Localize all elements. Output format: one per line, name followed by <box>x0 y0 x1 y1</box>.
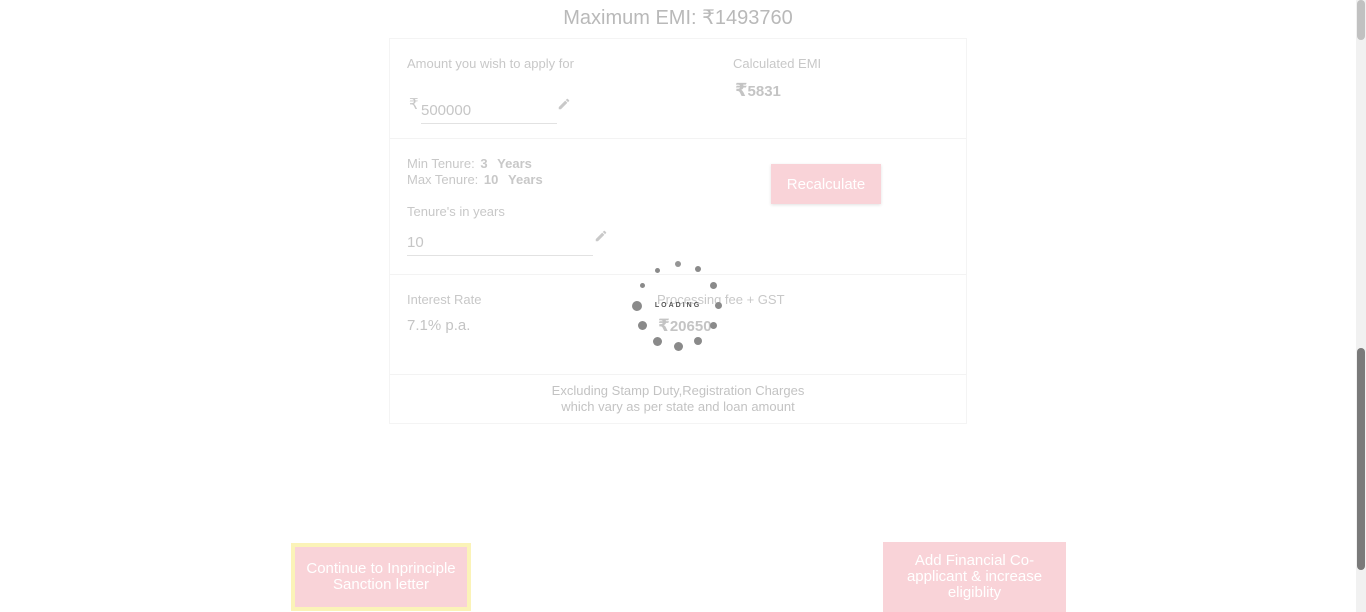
page-scrollbar[interactable] <box>1356 0 1366 612</box>
loan-details-card: Amount you wish to apply for ₹ 500000 Ca… <box>389 38 967 424</box>
min-tenure-row: Min Tenure: 3 Years <box>407 156 532 172</box>
amount-section: Amount you wish to apply for ₹ 500000 Ca… <box>390 39 966 139</box>
add-co-applicant-button[interactable]: Add Financial Co-applicant & increase el… <box>883 542 1066 612</box>
spinner-dot <box>710 322 717 329</box>
max-tenure-value: 10 <box>483 172 499 187</box>
recalculate-button[interactable]: Recalculate <box>771 164 881 204</box>
min-tenure-label: Min Tenure: <box>407 156 475 171</box>
max-emi-value: 1493760 <box>714 7 793 29</box>
scrollbar-top-track <box>1357 0 1365 40</box>
rupee-icon: ₹ <box>409 95 419 113</box>
tenure-input-label: Tenure's in years <box>407 204 505 219</box>
scrollbar-thumb[interactable] <box>1357 348 1365 570</box>
page: Maximum EMI: ₹1493760 Amount you wish to… <box>0 0 1366 612</box>
charges-note-section: Excluding Stamp Duty,Registration Charge… <box>390 375 966 425</box>
edit-pencil-icon[interactable] <box>557 97 571 111</box>
spinner-dot <box>653 337 662 346</box>
spinner-dot <box>674 342 683 351</box>
rupee-icon: ₹ <box>702 5 715 29</box>
charges-note: Excluding Stamp Duty,Registration Charge… <box>390 383 966 415</box>
emi-value: 5831 <box>747 83 781 100</box>
spinner-dot <box>655 268 660 273</box>
edit-pencil-icon[interactable] <box>594 229 608 243</box>
spinner-dot <box>710 282 717 289</box>
spinner-dot <box>694 337 702 345</box>
max-tenure-unit: Years <box>508 172 543 187</box>
spinner-dot <box>675 261 681 267</box>
spinner-dot <box>640 283 645 288</box>
loading-text: LOADING <box>654 302 702 309</box>
charges-note-line2: which vary as per state and loan amount <box>561 399 795 414</box>
tenure-input[interactable]: 10 <box>407 234 593 256</box>
max-emi-label: Maximum EMI: <box>563 7 697 29</box>
min-tenure-unit: Years <box>497 156 532 171</box>
tenure-section: Min Tenure: 3 Years Max Tenure: 10 Years… <box>390 139 966 275</box>
continue-sanction-letter-label: Continue to Inprinciple Sanction letter <box>295 547 467 607</box>
continue-sanction-letter-button[interactable]: Continue to Inprinciple Sanction letter <box>291 543 471 611</box>
min-tenure-value: 3 <box>480 156 488 171</box>
emi-value-row: ₹5831 <box>735 80 781 101</box>
max-tenure-label: Max Tenure: <box>407 172 479 187</box>
amount-input[interactable]: 500000 <box>421 102 557 124</box>
max-emi-heading: Maximum EMI: ₹1493760 <box>0 5 1356 30</box>
emi-label: Calculated EMI <box>733 56 822 71</box>
charges-note-line1: Excluding Stamp Duty,Registration Charge… <box>551 383 805 398</box>
interest-rate-label: Interest Rate <box>407 292 482 307</box>
loading-spinner: LOADING <box>628 258 728 354</box>
amount-label: Amount you wish to apply for <box>407 56 574 71</box>
spinner-dot <box>695 266 701 272</box>
spinner-dot <box>638 321 647 330</box>
interest-rate-value: 7.1% p.a. <box>407 317 471 334</box>
rupee-icon: ₹ <box>735 80 748 101</box>
max-tenure-row: Max Tenure: 10 Years <box>407 172 543 188</box>
